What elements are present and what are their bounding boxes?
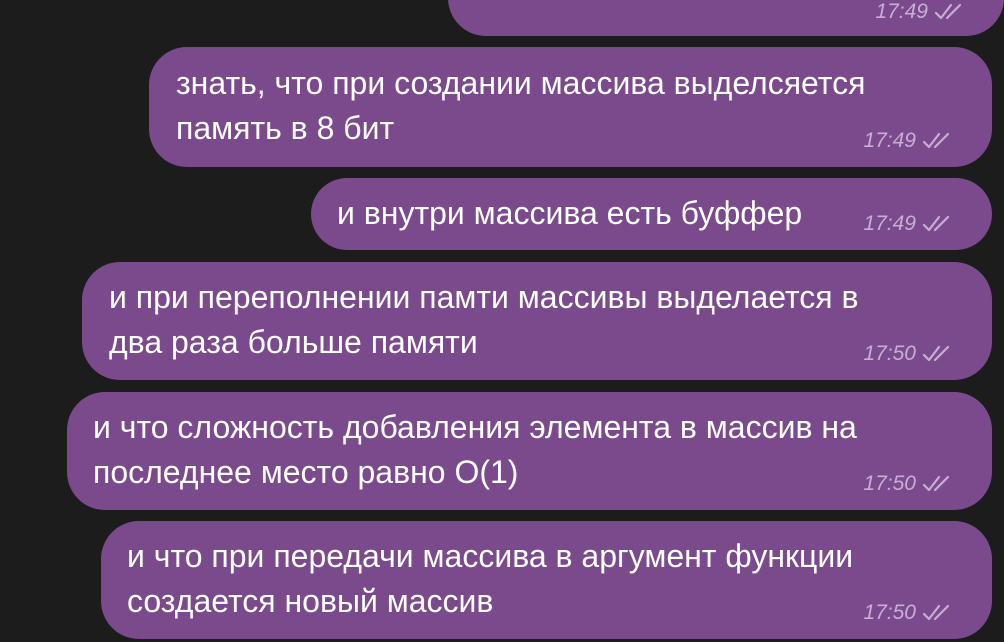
message-time: 17:49: [863, 212, 916, 235]
message-meta: 17:50: [863, 472, 954, 496]
message-time: 17:49: [875, 0, 928, 23]
double-check-icon: [934, 3, 962, 20]
message-meta: 17:49: [863, 129, 954, 153]
message-time: 17:50: [863, 472, 916, 495]
message-meta: 17:49: [863, 212, 954, 236]
double-check-icon: [922, 604, 950, 621]
message-text-line: знать, что при создании массива выделсяе…: [176, 65, 866, 101]
double-check-icon: [922, 475, 950, 492]
message-bubble[interactable]: и что сложность добавления элемента в ма…: [67, 392, 992, 510]
message-bubble[interactable]: и внутри массива есть буффер 17:49: [311, 178, 992, 250]
message-text-line: и что при передачи массива в аргумент фу…: [127, 538, 854, 574]
message-text-line: создается новый массив: [127, 583, 494, 619]
message-bubble[interactable]: знать, что при создании массива выделсяе…: [149, 47, 992, 167]
double-check-icon: [922, 132, 950, 149]
message-text-line: два раза больше памяти: [109, 324, 478, 360]
message-meta: 17:50: [863, 601, 954, 625]
message-text-line: и при переполнении памти массивы выделае…: [109, 279, 859, 315]
message-time: 17:50: [863, 601, 916, 624]
message-meta: 17:49: [875, 0, 966, 24]
message-bubble[interactable]: и при переполнении памти массивы выделае…: [82, 262, 992, 380]
message-text-line: память в 8 бит: [176, 110, 395, 146]
double-check-icon: [922, 345, 950, 362]
chat-message-list: 17:49 знать, что при создании массива вы…: [0, 0, 1004, 642]
message-text-line: и внутри массива есть буффер: [337, 195, 803, 231]
message-text-line: и что сложность добавления элемента в ма…: [93, 409, 857, 445]
message-text-line: последнее место равно O(1): [93, 454, 519, 490]
message-time: 17:49: [863, 129, 916, 152]
message-meta: 17:50: [863, 342, 954, 366]
message-bubble[interactable]: и что при передачи массива в аргумент фу…: [101, 521, 992, 639]
message-bubble[interactable]: 17:49: [448, 0, 1004, 36]
message-time: 17:50: [863, 342, 916, 365]
double-check-icon: [922, 215, 950, 232]
